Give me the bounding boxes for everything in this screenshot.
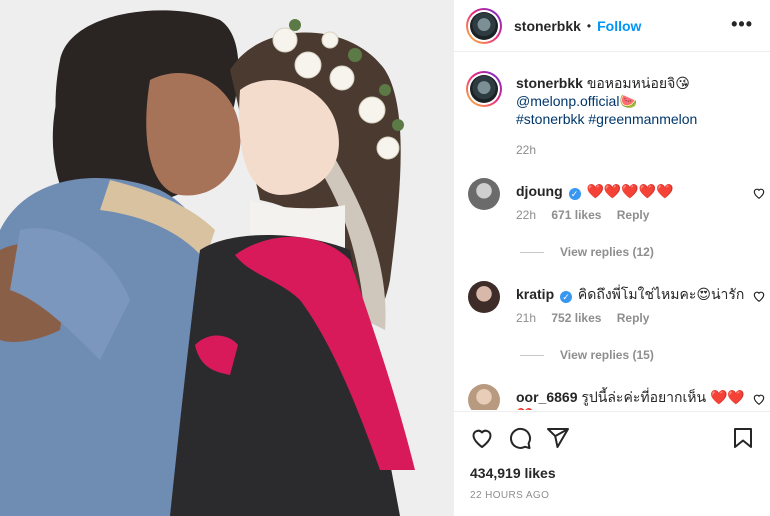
caption-username[interactable]: stonerbkk bbox=[516, 75, 583, 91]
reply-button[interactable]: Reply bbox=[617, 208, 650, 222]
posted-time: 22 HOURS AGO bbox=[470, 490, 550, 501]
comments-list[interactable]: stonerbkk ขอหอมหน่อยจิ😘 @melonp.official… bbox=[454, 53, 770, 410]
comment-username[interactable]: oor_6869 bbox=[516, 389, 577, 405]
share-icon[interactable] bbox=[546, 426, 570, 450]
comment-icon[interactable] bbox=[508, 426, 532, 450]
header-separator: • bbox=[586, 18, 592, 33]
post-actions: 434,919 likes 22 HOURS AGO bbox=[454, 411, 770, 516]
comment-time: 21h bbox=[516, 311, 537, 325]
commenter-avatar[interactable] bbox=[468, 384, 500, 410]
follow-button[interactable]: Follow bbox=[597, 18, 641, 34]
comment-like-heart-icon[interactable] bbox=[752, 289, 766, 303]
caption-text: ขอหอมหน่อยจิ😘 bbox=[586, 75, 690, 91]
comment-text: ❤️❤️❤️❤️❤️ bbox=[586, 183, 674, 199]
caption-avatar[interactable] bbox=[466, 71, 502, 107]
comment-likes[interactable]: 671 likes bbox=[551, 208, 601, 222]
comment-like-heart-icon[interactable] bbox=[752, 186, 766, 200]
caption-mention[interactable]: @melonp.official bbox=[516, 93, 619, 109]
comment-time: 22h bbox=[516, 208, 537, 222]
post-detail-panel: stonerbkk • Follow ••• stonerbkk ขอหอมหน… bbox=[453, 0, 770, 516]
watermelon-emoji: 🍉 bbox=[619, 93, 637, 109]
heart-icon[interactable] bbox=[470, 426, 494, 450]
comment-username[interactable]: kratip bbox=[516, 286, 554, 302]
comment-like-heart-icon[interactable] bbox=[752, 392, 766, 406]
post-header: stonerbkk • Follow ••• bbox=[454, 0, 770, 52]
view-replies-button[interactable]: View replies (12) bbox=[520, 245, 654, 259]
verified-badge-icon: ✓ bbox=[560, 291, 573, 303]
bookmark-icon[interactable] bbox=[731, 426, 755, 450]
comment-username[interactable]: djoung bbox=[516, 183, 563, 199]
more-options-icon[interactable]: ••• bbox=[731, 14, 753, 35]
commenter-avatar[interactable] bbox=[468, 281, 500, 313]
post-photo[interactable] bbox=[0, 0, 453, 516]
comment-likes[interactable]: 752 likes bbox=[551, 311, 601, 325]
verified-badge-icon: ✓ bbox=[568, 188, 581, 200]
hashtag-greenmanmelon[interactable]: #greenmanmelon bbox=[588, 111, 697, 127]
post-image bbox=[0, 0, 453, 516]
comment-text: คิดถึงพี่โมใช่ไหมคะ😍น่ารัก bbox=[577, 286, 745, 302]
likes-count[interactable]: 434,919 likes bbox=[470, 465, 556, 481]
author-username[interactable]: stonerbkk bbox=[514, 18, 581, 34]
author-avatar[interactable] bbox=[466, 7, 502, 44]
hashtag-stonerbkk[interactable]: #stonerbkk bbox=[516, 111, 584, 127]
view-replies-button[interactable]: View replies (15) bbox=[520, 348, 654, 362]
commenter-avatar[interactable] bbox=[468, 178, 500, 210]
caption-time: 22h bbox=[516, 143, 537, 157]
reply-button[interactable]: Reply bbox=[617, 311, 650, 325]
